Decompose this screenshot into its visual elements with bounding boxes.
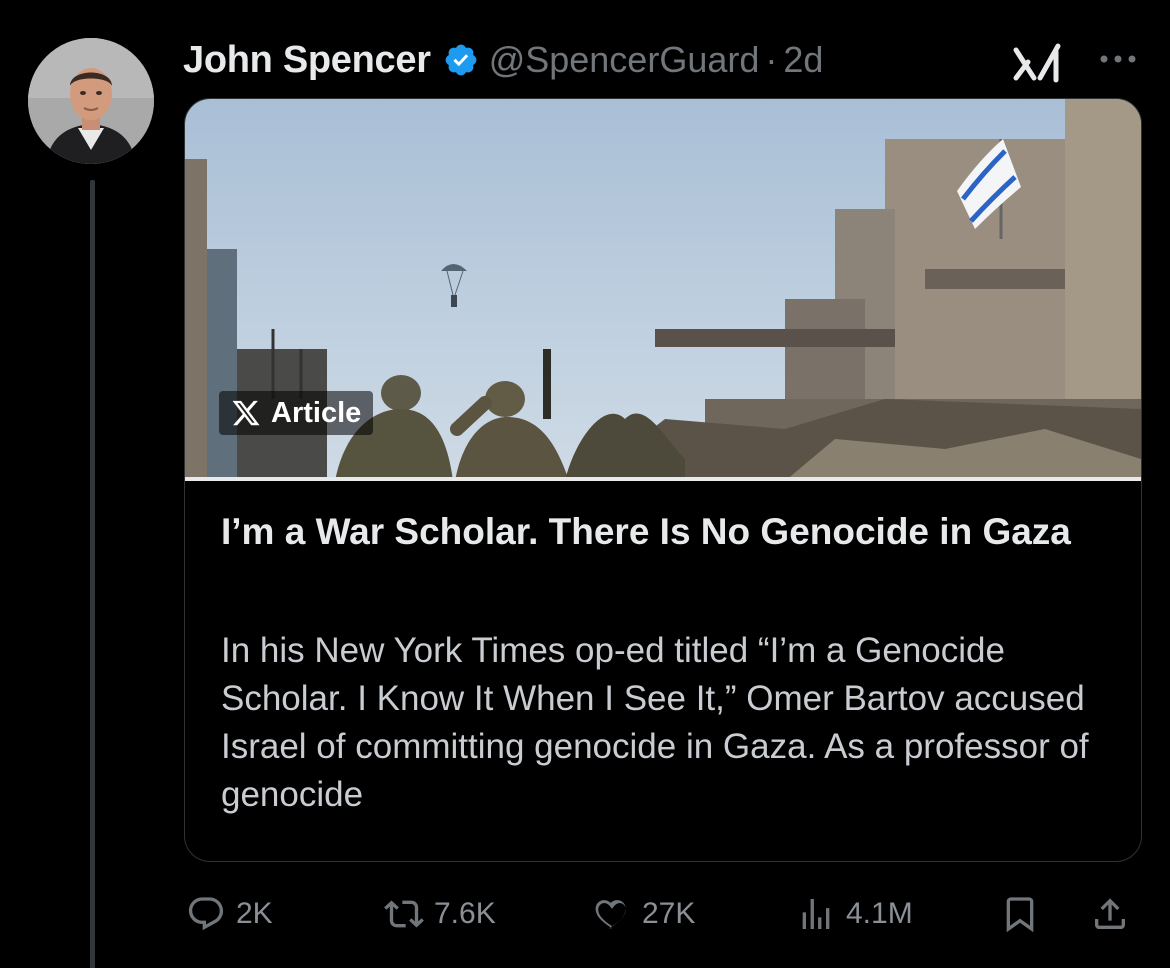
article-badge-label: Article bbox=[271, 396, 362, 429]
reply-icon bbox=[188, 897, 224, 931]
grok-icon[interactable] bbox=[1012, 42, 1064, 86]
thread-line bbox=[90, 180, 95, 968]
more-icon[interactable] bbox=[1096, 44, 1140, 74]
author-handle[interactable]: @SpencerGuard bbox=[489, 39, 760, 81]
views-icon bbox=[802, 899, 830, 929]
tweet-header: John Spencer @SpencerGuard · 2d bbox=[183, 34, 1150, 86]
tweet[interactable]: John Spencer @SpencerGuard · 2d Article … bbox=[0, 0, 1170, 968]
like-icon bbox=[595, 900, 626, 929]
repost-icon bbox=[384, 900, 424, 928]
like-button[interactable]: 27K bbox=[592, 890, 695, 938]
repost-button[interactable]: 7.6K bbox=[384, 890, 496, 938]
image-divider bbox=[185, 477, 1141, 481]
like-count: 27K bbox=[642, 897, 696, 930]
verified-badge-icon[interactable] bbox=[443, 42, 479, 78]
share-icon bbox=[1095, 898, 1125, 929]
author-name[interactable]: John Spencer bbox=[183, 39, 431, 82]
repost-count: 7.6K bbox=[434, 897, 496, 930]
reply-button[interactable]: 2K bbox=[186, 890, 273, 938]
x-logo-icon bbox=[232, 400, 260, 426]
avatar-photo bbox=[28, 38, 154, 164]
article-card[interactable]: Article I’m a War Scholar. There Is No G… bbox=[184, 98, 1142, 862]
timestamp[interactable]: 2d bbox=[783, 39, 823, 81]
share-button[interactable] bbox=[1090, 890, 1130, 938]
avatar[interactable] bbox=[28, 38, 154, 164]
separator-dot: · bbox=[765, 39, 778, 80]
bookmark-icon bbox=[1006, 897, 1034, 933]
views-button[interactable]: 4.1M bbox=[796, 890, 913, 938]
views-count: 4.1M bbox=[846, 897, 913, 930]
article-badge: Article bbox=[219, 391, 374, 435]
bookmark-button[interactable] bbox=[1000, 890, 1040, 938]
article-title[interactable]: I’m a War Scholar. There Is No Genocide … bbox=[221, 507, 1101, 556]
article-excerpt: In his New York Times op-ed titled “I’m … bbox=[221, 631, 1089, 814]
reply-count: 2K bbox=[236, 897, 273, 930]
